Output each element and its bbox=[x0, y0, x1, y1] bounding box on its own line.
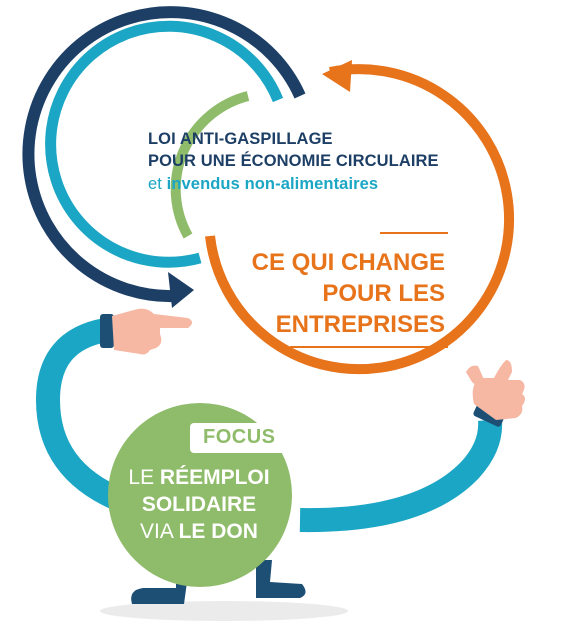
title-line-3: et invendus non-alimentaires bbox=[148, 175, 378, 194]
right-arm bbox=[299, 419, 503, 533]
circle-text-line-3: VIA LE DON bbox=[112, 521, 286, 542]
circle-line-3-bold: LE DON bbox=[178, 520, 258, 543]
left-hand bbox=[112, 308, 192, 355]
change-line-1: CE QUI CHANGE bbox=[251, 249, 445, 276]
circle-line-3-normal: VIA bbox=[140, 520, 173, 543]
focus-label: FOCUS bbox=[203, 426, 276, 448]
navy-arrowhead bbox=[168, 272, 194, 308]
orange-arrowhead bbox=[322, 60, 352, 92]
circle-line-1-bold: RÉEMPLOI bbox=[159, 466, 270, 489]
circle-line-2-bold: SOLIDAIRE bbox=[141, 493, 257, 516]
circle-text-line-1: LE RÉEMPLOI bbox=[112, 467, 286, 488]
circle-text-line-2: SOLIDAIRE bbox=[112, 494, 286, 515]
left-arm bbox=[35, 318, 125, 512]
title-line-2: POUR UNE ÉCONOMIE CIRCULAIRE bbox=[148, 152, 439, 170]
change-line-3: ENTREPRISES bbox=[275, 311, 445, 338]
left-cuff bbox=[100, 314, 114, 348]
circle-line-1-normal: LE bbox=[128, 466, 155, 489]
right-leg bbox=[256, 560, 306, 598]
title-line-3-rest: invendus non-alimentaires bbox=[166, 175, 379, 193]
title-line-1: LOI ANTI-GASPILLAGE bbox=[148, 130, 333, 148]
change-line-2: POUR LES bbox=[322, 280, 445, 307]
title-line-3-prefix: et bbox=[148, 175, 162, 193]
